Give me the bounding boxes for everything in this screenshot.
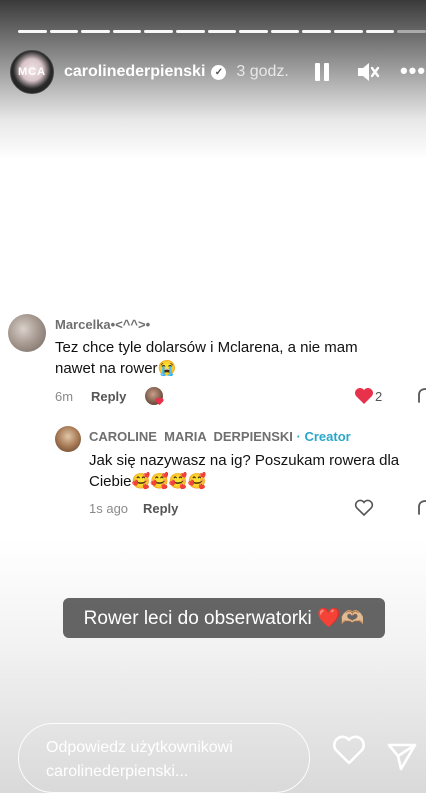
mute-icon[interactable] [355, 60, 381, 84]
creator-badge: · Creator [296, 429, 351, 444]
comment-reply-button[interactable]: Reply [91, 389, 126, 404]
dislike-icon[interactable] [416, 387, 426, 405]
comment-author[interactable]: Marcelka•<^^>• [55, 317, 150, 332]
comment-avatar[interactable] [8, 314, 46, 352]
avatar[interactable]: MCA [10, 50, 54, 94]
comment-age: 6m [55, 389, 74, 404]
like-heart-icon[interactable] [354, 387, 374, 405]
liked-by-avatar [145, 387, 164, 406]
comment-card: Marcelka•<^^>• Tez chce tyle dolarsów i … [0, 300, 426, 530]
pause-icon[interactable] [310, 60, 334, 84]
reply-dislike-icon[interactable] [416, 499, 426, 517]
verified-icon: ✓ [211, 64, 227, 80]
reply-text: Jak się nazywasz na ig? Poszukam rowera … [89, 452, 400, 490]
post-time: 3 godz. [236, 63, 289, 80]
reply-author[interactable]: CAROLINE MARIA DERPIENSKI [89, 429, 293, 444]
reply-input[interactable]: Odpowiedz użytkownikowi carolinederpiens… [18, 723, 310, 793]
more-icon[interactable]: ••• [398, 58, 426, 84]
reply-reply-button[interactable]: Reply [143, 501, 178, 516]
story-header: MCA carolinederpienski ✓ 3 godz. ••• [10, 50, 426, 94]
reply-like-icon[interactable] [354, 499, 374, 517]
comment-like-count: 2 [375, 389, 383, 404]
send-icon[interactable] [386, 740, 418, 772]
reply-avatar[interactable] [55, 426, 81, 452]
username[interactable]: carolinederpienski [64, 63, 205, 81]
story-progress [18, 30, 426, 33]
reply-author-line: CAROLINE MARIA DERPIENSKI · Creator [89, 429, 351, 444]
comment-text: Tez chce tyle dolarsów i Mclarena, a nie… [55, 339, 358, 377]
heart-icon[interactable] [332, 734, 366, 766]
story-caption: Rower leci do obserwatorki ❤️🫶🏼 [63, 598, 385, 638]
reply-age: 1s ago [89, 501, 129, 516]
